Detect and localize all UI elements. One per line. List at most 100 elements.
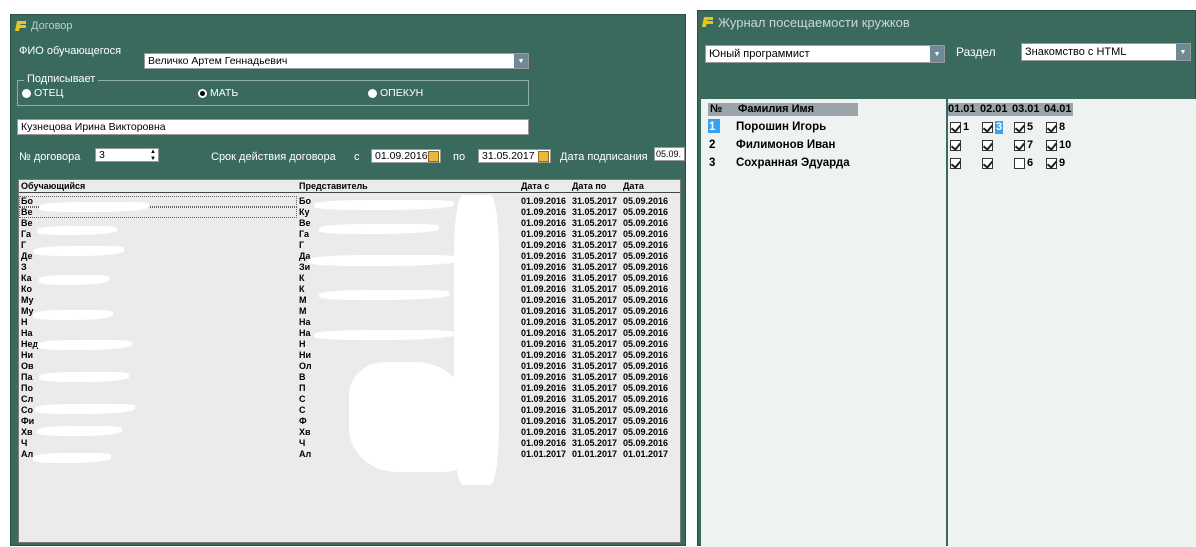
attendance-label: 1 xyxy=(963,121,970,133)
col-header-date-1[interactable]: 01.01 xyxy=(948,103,976,116)
cell-date: 05.09.2016 xyxy=(623,339,669,349)
cell-date-to: 31.05.2017 xyxy=(572,251,618,261)
redaction-mark xyxy=(37,426,122,436)
redaction-mark xyxy=(37,340,132,350)
attendance-checkbox[interactable] xyxy=(982,140,993,151)
attendance-window: Журнал посещаемости кружков Юный програм… xyxy=(697,10,1196,547)
table-row[interactable]: Ов Ол 01.09.2016 31.05.2017 05.09.2016 xyxy=(19,361,680,372)
cell-date-from: 01.09.2016 xyxy=(521,350,567,360)
cell-student: На xyxy=(21,328,33,338)
cell-date-from: 01.09.2016 xyxy=(521,317,567,327)
table-row[interactable]: Ч Ч 01.09.2016 31.05.2017 05.09.2016 xyxy=(19,438,680,449)
attendance-checkbox[interactable] xyxy=(982,158,993,169)
redaction-mark xyxy=(319,290,449,300)
stepper-arrows-icon[interactable]: ▲ ▼ xyxy=(148,149,158,161)
cell-date-from: 01.01.2017 xyxy=(521,449,567,459)
contract-no-stepper[interactable]: 3 ▲ ▼ xyxy=(95,148,159,162)
attendance-titlebar[interactable]: Журнал посещаемости кружков xyxy=(698,11,1195,33)
section-dropdown[interactable]: Знакомство с HTML ▼ xyxy=(1021,43,1191,61)
col-header-date[interactable]: Дата xyxy=(623,181,680,192)
club-value: Юный программист xyxy=(709,48,810,60)
signer-legend: Подписывает xyxy=(24,73,99,85)
cell-date: 05.09.2016 xyxy=(623,416,669,426)
cell-date-from: 01.09.2016 xyxy=(521,262,567,272)
cell-date: 05.09.2016 xyxy=(623,361,669,371)
list-item[interactable]: 1 Порошин Игорь xyxy=(708,120,943,134)
cell-date-to: 31.05.2017 xyxy=(572,394,618,404)
col-header-student[interactable]: Обучающийся xyxy=(21,181,296,192)
col-header-representative[interactable]: Представитель xyxy=(299,181,519,192)
cell-date-from: 01.09.2016 xyxy=(521,416,567,426)
col-header-date-2[interactable]: 02.01 xyxy=(980,103,1008,116)
redaction-mark xyxy=(454,195,499,485)
attendance-checkbox[interactable] xyxy=(950,158,961,169)
signed-label: Дата подписания xyxy=(560,151,648,163)
cell-student: Ко xyxy=(21,284,32,294)
table-row[interactable]: Ни Ни 01.09.2016 31.05.2017 05.09.2016 xyxy=(19,350,680,361)
attendance-checkbox[interactable] xyxy=(1014,122,1025,133)
contract-titlebar[interactable]: Договор xyxy=(11,15,685,37)
table-row[interactable]: Му М 01.09.2016 31.05.2017 05.09.2016 xyxy=(19,306,680,317)
col-header-date-from[interactable]: Дата с xyxy=(521,181,573,192)
radio-father[interactable]: ОТЕЦ xyxy=(22,87,63,99)
date-to-field[interactable]: 31.05.2017 xyxy=(478,149,551,163)
fio-value: Величко Артем Геннадьевич xyxy=(148,55,288,67)
cell-date-from: 01.09.2016 xyxy=(521,229,567,239)
radio-mother[interactable]: МАТЬ xyxy=(198,87,238,99)
cell-date: 05.09.2016 xyxy=(623,405,669,415)
redaction-mark xyxy=(39,372,129,382)
club-dropdown[interactable]: Юный программист ▼ xyxy=(705,45,945,63)
cell-date: 05.09.2016 xyxy=(623,284,669,294)
radio-guardian-dot[interactable] xyxy=(368,88,377,98)
contracts-table[interactable]: Обучающийся Представитель Дата с Дата по… xyxy=(18,179,681,543)
signed-date-value: 05.09. xyxy=(656,149,682,159)
cell-date-to: 31.05.2017 xyxy=(572,383,618,393)
calendar-icon[interactable] xyxy=(428,151,439,162)
signed-date-field[interactable]: 05.09. xyxy=(654,147,685,161)
chevron-down-icon[interactable]: ▼ xyxy=(1176,44,1190,60)
cell-date: 05.09.2016 xyxy=(623,262,669,272)
cell-date-to: 31.05.2017 xyxy=(572,306,618,316)
redaction-mark xyxy=(39,275,109,285)
cell-date: 05.09.2016 xyxy=(623,218,669,228)
col-header-name[interactable]: Фамилия Имя xyxy=(738,103,814,116)
chevron-down-icon[interactable]: ▼ xyxy=(930,46,944,62)
col-header-date-to[interactable]: Дата по xyxy=(572,181,624,192)
cell-date: 05.09.2016 xyxy=(623,438,669,448)
radio-guardian[interactable]: ОПЕКУН xyxy=(368,87,423,99)
attendance-checkbox[interactable] xyxy=(982,122,993,133)
cell-date: 05.09.2016 xyxy=(623,251,669,261)
col-header-date-4[interactable]: 04.01 xyxy=(1044,103,1072,116)
signer-name-field[interactable]: Кузнецова Ирина Викторовна xyxy=(17,119,529,135)
radio-father-dot[interactable] xyxy=(22,88,31,98)
list-item[interactable]: 3 Сохранная Эдуарда xyxy=(708,156,943,170)
student-number: 1 xyxy=(709,121,716,133)
contract-window-title: Договор xyxy=(31,20,73,32)
date-from-field[interactable]: 01.09.2016 xyxy=(371,149,441,163)
col-header-num[interactable]: № xyxy=(710,103,722,116)
list-item[interactable]: 2 Филимонов Иван xyxy=(708,138,943,152)
attendance-checkbox[interactable] xyxy=(1046,158,1057,169)
radio-mother-dot[interactable] xyxy=(198,88,207,98)
attendance-checkbox[interactable] xyxy=(1046,122,1057,133)
cell-date-to: 31.05.2017 xyxy=(572,405,618,415)
attendance-checkbox[interactable] xyxy=(1014,158,1025,169)
student-number: 3 xyxy=(709,157,716,169)
redaction-mark xyxy=(33,453,111,463)
attendance-checkbox[interactable] xyxy=(1046,140,1057,151)
cell-date: 05.09.2016 xyxy=(623,207,669,217)
attendance-checkbox[interactable] xyxy=(1014,140,1025,151)
attendance-checkbox[interactable] xyxy=(950,140,961,151)
cell-date: 05.09.2016 xyxy=(623,350,669,360)
table-row[interactable]: Н На 01.09.2016 31.05.2017 05.09.2016 xyxy=(19,317,680,328)
attendance-checkbox[interactable] xyxy=(950,122,961,133)
redaction-mark xyxy=(314,330,454,340)
calendar-icon[interactable] xyxy=(538,151,549,162)
col-header-date-3[interactable]: 03.01 xyxy=(1012,103,1040,116)
chevron-down-icon[interactable]: ▼ xyxy=(514,54,528,68)
table-row[interactable]: Ал Ал 01.01.2017 01.01.2017 01.01.2017 xyxy=(19,449,680,460)
table-row[interactable]: Ка К 01.09.2016 31.05.2017 05.09.2016 xyxy=(19,273,680,284)
fio-dropdown[interactable]: Величко Артем Геннадьевич ▼ xyxy=(144,53,529,69)
cell-date-from: 01.09.2016 xyxy=(521,218,567,228)
students-header-row: № Фамилия Имя xyxy=(708,103,858,116)
